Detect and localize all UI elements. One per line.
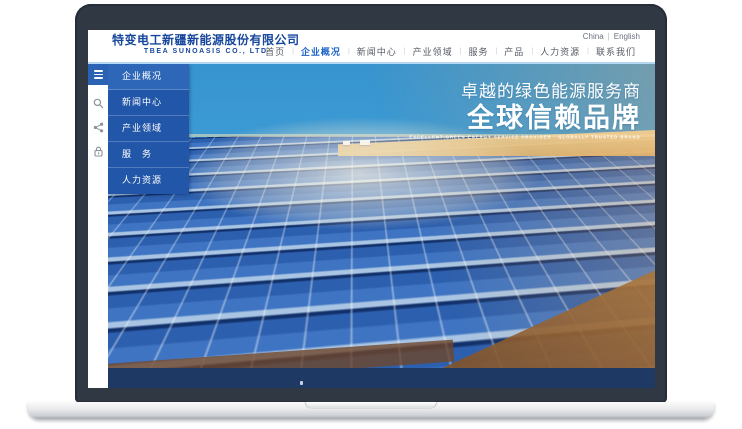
next-section-band	[108, 368, 655, 388]
main-content: 卓越的绿色能源服务商 全球信赖品牌 EXCELLENT GREEN ENERGY…	[108, 64, 655, 388]
main-nav: 首页 | 企业概况 | 新闻中心 | 产业领域 | 服务 | 产品 | 人力资源…	[258, 45, 643, 58]
search-icon[interactable]	[93, 98, 104, 109]
hero-title: 全球信赖品牌	[196, 103, 641, 133]
hero-tagline: EXCELLENT GREEN ENERGY SERVICE PROVIDER …	[410, 135, 641, 140]
share-icon[interactable]	[93, 122, 104, 133]
laptop-screen: 特变电工新疆新能源股份有限公司 TBEA SUNOASIS CO., LTD C…	[88, 30, 655, 388]
nav-item-products[interactable]: 产品	[497, 45, 531, 58]
lang-china-link[interactable]: China	[583, 32, 604, 41]
side-menu-item-news[interactable]: 新闻中心	[108, 90, 189, 116]
nav-item-hr[interactable]: 人力资源	[533, 45, 587, 58]
laptop-base-notch	[306, 402, 436, 408]
hero-banner[interactable]: 卓越的绿色能源服务商 全球信赖品牌 EXCELLENT GREEN ENERGY…	[108, 64, 655, 368]
lang-english-link[interactable]: English	[614, 32, 640, 41]
nav-item-industry[interactable]: 产业领域	[406, 45, 460, 58]
nav-item-contact[interactable]: 联系我们	[589, 45, 643, 58]
language-switcher: China | English	[583, 32, 640, 41]
scroll-indicator-dot	[300, 381, 303, 385]
side-menu-item-hr[interactable]: 人力资源	[108, 168, 189, 193]
nav-item-news[interactable]: 新闻中心	[350, 45, 404, 58]
laptop-mockup: 特变电工新疆新能源股份有限公司 TBEA SUNOASIS CO., LTD C…	[0, 0, 742, 429]
lock-icon[interactable]	[93, 146, 104, 157]
nav-item-home[interactable]: 首页	[258, 45, 292, 58]
hero-subtitle: 卓越的绿色能源服务商	[196, 77, 641, 102]
site-header: 特变电工新疆新能源股份有限公司 TBEA SUNOASIS CO., LTD C…	[88, 30, 655, 64]
lang-divider: |	[608, 32, 610, 41]
side-menu: 企业概况 新闻中心 产业领域 服 务 人力资源	[108, 64, 189, 194]
side-menu-item-company[interactable]: 企业概况	[108, 64, 189, 90]
hamburger-icon	[94, 70, 103, 72]
laptop-base	[28, 402, 714, 419]
nav-item-company[interactable]: 企业概况	[294, 45, 348, 58]
nav-item-service[interactable]: 服务	[461, 45, 495, 58]
site-body: 卓越的绿色能源服务商 全球信赖品牌 EXCELLENT GREEN ENERGY…	[88, 64, 655, 388]
side-menu-item-service[interactable]: 服 务	[108, 142, 189, 168]
hero-slogan: 卓越的绿色能源服务商 全球信赖品牌 EXCELLENT GREEN ENERGY…	[196, 77, 641, 144]
icon-rail	[88, 64, 108, 388]
hamburger-menu-button[interactable]	[88, 64, 108, 85]
side-menu-item-industry[interactable]: 产业领域	[108, 116, 189, 142]
